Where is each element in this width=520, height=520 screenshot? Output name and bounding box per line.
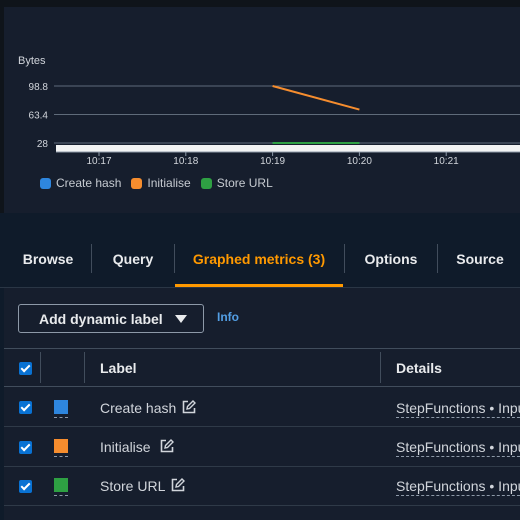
x-tick-label: 10:19	[260, 156, 285, 167]
swatch-underline	[54, 416, 68, 418]
column-divider	[40, 352, 41, 383]
tab-divider	[91, 244, 92, 273]
x-tick-label: 10:17	[86, 156, 111, 167]
row-checkbox[interactable]	[19, 401, 32, 414]
info-link[interactable]: Info	[217, 310, 239, 324]
legend-label: Initialise	[147, 176, 191, 190]
edit-icon[interactable]	[160, 439, 174, 453]
tab-query[interactable]: Query	[96, 228, 170, 286]
legend-swatch	[131, 177, 143, 189]
metric-chart-panel: Bytes 98.8 63.4 28 10:17 10:18 10:19 10:20 10:21…	[0, 0, 520, 213]
legend-label: Store URL	[216, 176, 273, 190]
metric-color-swatch[interactable]	[54, 400, 68, 414]
edit-icon[interactable]	[182, 400, 196, 414]
legend-label: Create hash	[56, 176, 122, 190]
legend-item-initialise[interactable]: Initialise	[131, 176, 191, 190]
series-line-initialise	[272, 85, 360, 111]
x-tick-label: 10:20	[347, 156, 372, 167]
y-tick-label: 28	[37, 139, 49, 150]
column-header-details[interactable]: Details	[396, 360, 442, 376]
metric-details-link[interactable]: StepFunctions • Inpu	[396, 439, 520, 457]
swatch-underline	[54, 455, 68, 457]
metric-details-link[interactable]: StepFunctions • Inpu	[396, 400, 520, 418]
x-axis-strip	[56, 145, 520, 152]
swatch-underline	[54, 494, 68, 496]
x-tick-label: 10:18	[173, 156, 198, 167]
add-dynamic-label-button[interactable]: Add dynamic label	[18, 304, 204, 333]
column-divider	[84, 352, 85, 383]
metric-details-link[interactable]: StepFunctions • Inpu	[396, 478, 520, 496]
metric-color-swatch[interactable]	[54, 478, 68, 492]
edit-icon[interactable]	[171, 478, 185, 492]
column-divider[interactable]	[380, 352, 381, 383]
metrics-tab-bar: Browse Query Graphed metrics (3) Options…	[0, 228, 520, 288]
row-checkbox[interactable]	[19, 441, 32, 454]
tab-divider	[344, 244, 345, 273]
select-all-checkbox[interactable]	[19, 362, 32, 375]
tab-divider	[174, 244, 175, 273]
legend-item-store-url[interactable]: Store URL	[200, 176, 273, 190]
legend-swatch	[200, 177, 212, 189]
legend-item-create-hash[interactable]: Create hash	[40, 176, 121, 190]
y-axis-label: Bytes	[18, 55, 46, 67]
metric-label: Create hash	[100, 400, 177, 416]
metric-label: Initialise	[100, 439, 151, 455]
metric-color-swatch[interactable]	[54, 439, 68, 453]
table-header	[4, 348, 520, 387]
caret-down-icon	[174, 314, 187, 323]
x-tick-label: 10:21	[434, 156, 459, 167]
y-tick-label: 98.8	[29, 82, 49, 93]
row-checkbox[interactable]	[19, 480, 32, 493]
add-dynamic-label-text: Add dynamic label	[39, 310, 163, 327]
y-tick-label: 63.4	[29, 111, 49, 122]
legend-swatch	[40, 177, 51, 189]
tab-source[interactable]: Source	[441, 228, 519, 286]
column-header-label[interactable]: Label	[100, 360, 137, 376]
tab-graphed-metrics[interactable]: Graphed metrics (3)	[176, 228, 342, 286]
chart-legend: Create hash Initialise Store URL	[40, 176, 273, 190]
tab-options[interactable]: Options	[348, 228, 434, 286]
metric-label: Store URL	[100, 478, 166, 494]
tab-divider	[437, 244, 438, 273]
tab-browse[interactable]: Browse	[10, 228, 86, 286]
